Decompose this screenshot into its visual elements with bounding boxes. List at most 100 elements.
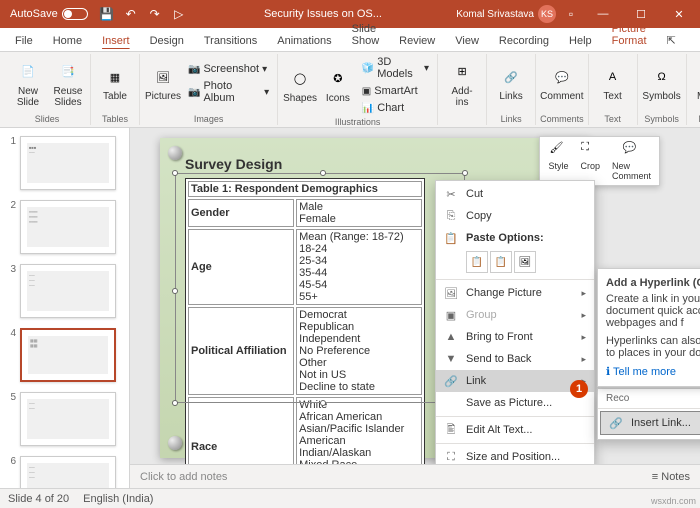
text-button[interactable]: AText (593, 55, 633, 113)
cm-edit-alt-text[interactable]: 🖺Edit Alt Text... (436, 419, 594, 441)
group-images: 🖼Pictures 📷 Screenshot ▾ 📷 Photo Album ▾… (140, 54, 278, 125)
paste-options: 📋 📋 🖼 (436, 249, 594, 277)
watermark: wsxdn.com (651, 496, 696, 506)
paste-option-3[interactable]: 🖼 (514, 251, 536, 273)
user-name: Komal Srivastava (456, 9, 534, 20)
hyperlink-tooltip: Add a Hyperlink (Ctrl+K) Create a link i… (597, 268, 700, 387)
group-symbols: ΩSymbols Symbols (638, 54, 687, 125)
pictures-button[interactable]: 🖼Pictures (144, 55, 182, 113)
tab-picture-format[interactable]: Picture Format (603, 19, 656, 51)
new-slide-button[interactable]: 📄New Slide (8, 55, 48, 113)
notes-placeholder[interactable]: Click to add notes (140, 471, 227, 483)
media-button[interactable]: ▶Media (691, 55, 700, 113)
table-button[interactable]: ▦Table (95, 55, 135, 113)
cm-save-as-picture[interactable]: Save as Picture... (436, 392, 594, 414)
size-icon: ⛶ (444, 450, 458, 464)
group-addins: ⊞Add- ins (438, 54, 487, 125)
redo-icon[interactable]: ↷ (144, 3, 166, 25)
language[interactable]: English (India) (83, 493, 153, 505)
paste-option-2[interactable]: 📋 (490, 251, 512, 273)
thumb-1[interactable]: ■■■── (20, 136, 116, 190)
symbols-button[interactable]: ΩSymbols (642, 55, 682, 113)
cm-change-picture[interactable]: 🖼Change Picture▸ (436, 282, 594, 304)
tab-insert[interactable]: Insert (93, 31, 139, 51)
mini-toolbar: 🖌Style ⛶Crop 💬New Comment (539, 136, 660, 186)
autosave-toggle[interactable]: AutoSave (4, 8, 94, 20)
group-slides: 📄New Slide 📑Reuse Slides Slides (4, 54, 91, 125)
cut-icon: ✂ (444, 187, 458, 201)
smartart-button[interactable]: ▣ SmartArt (358, 83, 433, 99)
cm-copy[interactable]: ⎘Copy (436, 205, 594, 227)
group-tables: ▦Table Tables (91, 54, 140, 125)
group-text: AText Text (589, 54, 638, 125)
links-button[interactable]: 🔗Links (491, 55, 531, 113)
paste-option-1[interactable]: 📋 (466, 251, 488, 273)
addins-button[interactable]: ⊞Add- ins (442, 55, 482, 113)
tab-help[interactable]: Help (560, 31, 601, 51)
ribbon: 📄New Slide 📑Reuse Slides Slides ▦Table T… (0, 52, 700, 128)
new-comment-button[interactable]: 💬New Comment (606, 139, 657, 183)
link-submenu: Reco 🔗Insert Link... (597, 388, 700, 440)
start-from-beginning-icon[interactable]: ▷ (168, 3, 190, 25)
group-media: ▶Media Media (687, 54, 700, 125)
thumb-2[interactable]: ═════════ (20, 200, 116, 254)
tab-file[interactable]: File (6, 31, 42, 51)
group-icon: ▣ (444, 308, 458, 322)
change-picture-icon: 🖼 (444, 286, 458, 300)
tab-home[interactable]: Home (44, 31, 91, 51)
group-comments: 💬Comment Comments (536, 54, 589, 125)
cm-group: ▣Group▸ (436, 304, 594, 326)
badge-1: 1 (570, 380, 588, 398)
thumb-5[interactable]: ──── (20, 392, 116, 446)
undo-icon[interactable]: ↶ (120, 3, 142, 25)
paste-icon: 📋 (444, 231, 458, 245)
slide-thumbnails[interactable]: 1■■■── 2═════════ 3────── 4▦▦▦▦ 5──── 6─… (0, 128, 130, 488)
tell-me-more-link[interactable]: ℹ Tell me more (606, 365, 700, 378)
workspace: 1■■■── 2═════════ 3────── 4▦▦▦▦ 5──── 6─… (0, 128, 700, 488)
cm-cut[interactable]: ✂Cut (436, 183, 594, 205)
comments-icon[interactable]: ☐ (691, 30, 700, 51)
save-icon[interactable]: 💾 (96, 3, 118, 25)
style-button[interactable]: 🖌Style (542, 139, 574, 183)
context-menu: ✂Cut ⎘Copy 📋Paste Options: 📋 📋 🖼 🖼Change… (435, 180, 595, 488)
thumb-3[interactable]: ────── (20, 264, 116, 318)
selection-handles[interactable] (175, 173, 465, 403)
close-button[interactable]: ✕ (662, 0, 696, 28)
slide-counter[interactable]: Slide 4 of 20 (8, 493, 69, 505)
thumb-4[interactable]: ▦▦▦▦ (20, 328, 116, 382)
group-links: 🔗Links Links (487, 54, 536, 125)
slide-title: Survey Design (185, 156, 465, 172)
photo-album-button[interactable]: 📷 Photo Album ▾ (184, 78, 273, 106)
tab-slideshow[interactable]: Slide Show (343, 19, 389, 51)
reuse-slides-button[interactable]: 📑Reuse Slides (50, 55, 86, 113)
shapes-button[interactable]: ◯Shapes (282, 56, 318, 114)
share-icon[interactable]: ⇱ (658, 30, 685, 51)
notes-bar[interactable]: Click to add notes ≡ Notes (130, 464, 700, 488)
tab-recording[interactable]: Recording (490, 31, 558, 51)
slide-canvas[interactable]: Survey Design Table 1: Respondent Demogr… (130, 128, 700, 488)
tab-design[interactable]: Design (141, 31, 193, 51)
thumb-6[interactable]: ────── (20, 456, 116, 488)
icons-button[interactable]: ✪Icons (320, 56, 356, 114)
tab-transitions[interactable]: Transitions (195, 31, 266, 51)
crop-button[interactable]: ⛶Crop (574, 139, 606, 183)
tab-review[interactable]: Review (390, 31, 444, 51)
send-back-icon: ▼ (444, 352, 458, 366)
copy-icon: ⎘ (444, 209, 458, 223)
tab-animations[interactable]: Animations (268, 31, 340, 51)
insert-link-icon: 🔗 (609, 416, 623, 430)
ribbon-options-icon[interactable]: ▫ (560, 3, 582, 25)
screenshot-button[interactable]: 📷 Screenshot ▾ (184, 61, 273, 77)
tab-view[interactable]: View (446, 31, 488, 51)
status-bar: Slide 4 of 20 English (India) (0, 488, 700, 508)
cm-insert-link[interactable]: 🔗Insert Link... (600, 411, 700, 435)
cm-send-back[interactable]: ▼Send to Back▸ (436, 348, 594, 370)
3d-models-button[interactable]: 🧊 3D Models ▾ (358, 54, 433, 82)
cm-bring-front[interactable]: ▲Bring to Front▸ (436, 326, 594, 348)
ribbon-tabs: File Home Insert Design Transitions Anim… (0, 28, 700, 52)
chart-button[interactable]: 📊 Chart (358, 100, 433, 116)
comment-button[interactable]: 💬Comment (542, 55, 582, 113)
bring-front-icon: ▲ (444, 330, 458, 344)
user-avatar[interactable]: KS (538, 5, 556, 23)
cm-paste-options-header: 📋Paste Options: (436, 227, 594, 249)
